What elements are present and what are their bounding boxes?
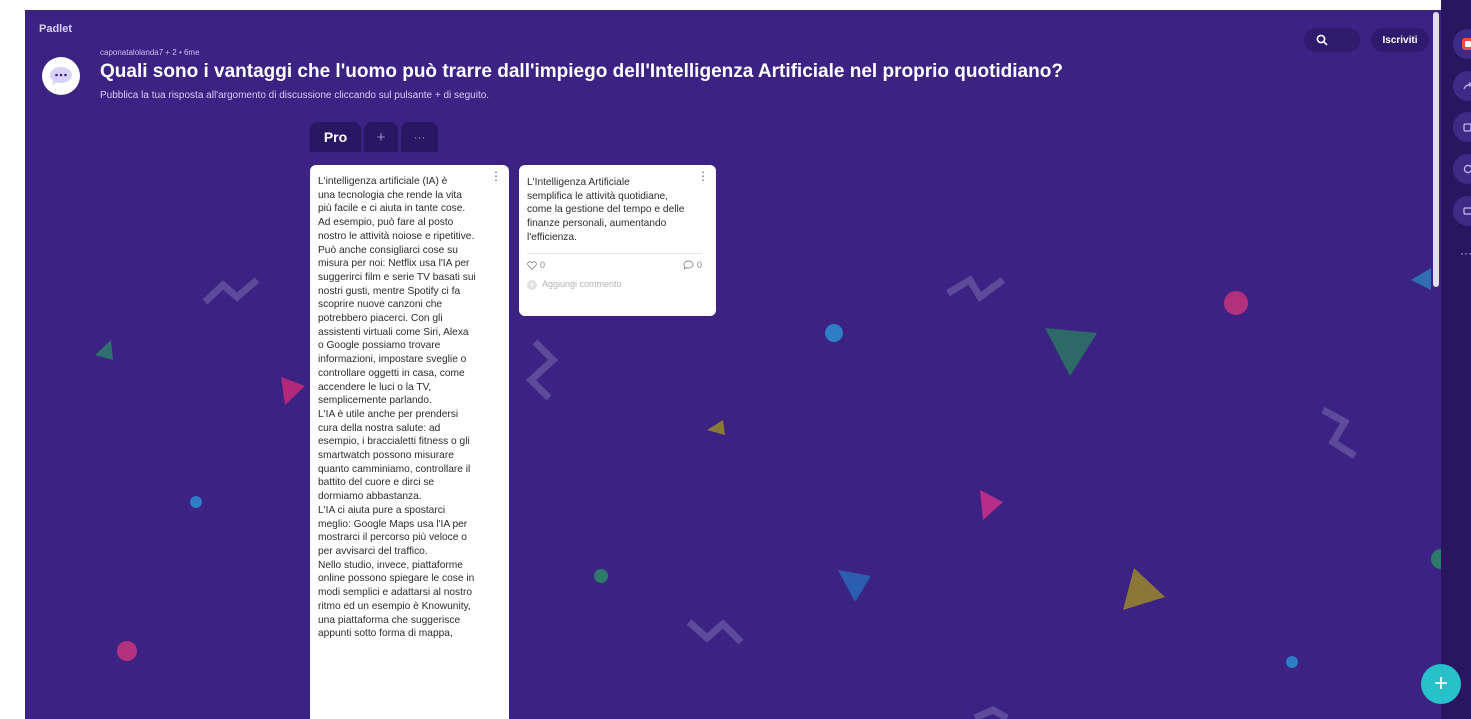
post-body: L'Intelligenza Artificiale semplifica le… xyxy=(527,177,685,243)
add-comment-label: Aggiungi commento xyxy=(542,279,622,290)
comment-count: 0 xyxy=(696,259,702,270)
padlet-account-icon xyxy=(1462,38,1471,50)
post-card[interactable]: ⋮ L'intelligenza artificiale (IA) è una … xyxy=(310,165,509,719)
comment-count-button[interactable]: 0 xyxy=(683,259,702,273)
post-menu-icon[interactable]: ⋮ xyxy=(697,170,709,182)
background-decorations xyxy=(95,268,1441,719)
speech-bubble-icon xyxy=(50,67,72,85)
post-divider xyxy=(527,252,702,254)
padlet-logo[interactable]: Padlet xyxy=(39,23,72,35)
section-more-button[interactable]: ··· xyxy=(401,122,438,152)
section-header: Pro + ··· xyxy=(310,122,438,152)
add-comment-button[interactable]: + Aggiungi commento xyxy=(527,278,702,292)
right-toolbar xyxy=(1441,0,1471,719)
post-reactions: 0 0 xyxy=(527,259,702,273)
copy-icon xyxy=(1463,123,1471,132)
more-options-icon[interactable]: ··· xyxy=(1460,246,1471,260)
add-post-to-section-button[interactable]: + xyxy=(364,122,398,152)
padlet-board: Padlet caponatalolanda7 + 2 • 6me Quali … xyxy=(25,10,1441,719)
board-icon xyxy=(42,57,80,95)
add-post-button[interactable]: + xyxy=(1421,664,1461,704)
slideshow-icon xyxy=(1463,207,1471,215)
post-menu-icon[interactable]: ⋮ xyxy=(490,170,502,182)
signup-button[interactable]: Iscriviti xyxy=(1371,28,1429,52)
heart-icon xyxy=(527,261,537,270)
board-description: Pubblica la tua risposta all'argomento d… xyxy=(100,90,490,101)
board-scrollbar[interactable] xyxy=(1433,12,1439,287)
like-count: 0 xyxy=(540,259,546,270)
comment-icon xyxy=(683,260,694,271)
search-button[interactable] xyxy=(1304,28,1360,52)
post-card[interactable]: ⋮ L'Intelligenza Artificiale semplifica … xyxy=(519,165,716,316)
search-icon xyxy=(1316,34,1328,46)
board-meta: caponatalolanda7 + 2 • 6me xyxy=(100,48,200,57)
page-title: Quali sono i vantaggi che l'uomo può tra… xyxy=(100,61,1063,82)
like-button[interactable]: 0 xyxy=(527,259,545,273)
section-title[interactable]: Pro xyxy=(310,122,361,152)
share-arrow-icon xyxy=(1463,82,1471,90)
post-body: L'intelligenza artificiale (IA) è una te… xyxy=(318,176,476,640)
chat-icon xyxy=(1463,164,1471,174)
plus-icon: + xyxy=(527,280,537,291)
